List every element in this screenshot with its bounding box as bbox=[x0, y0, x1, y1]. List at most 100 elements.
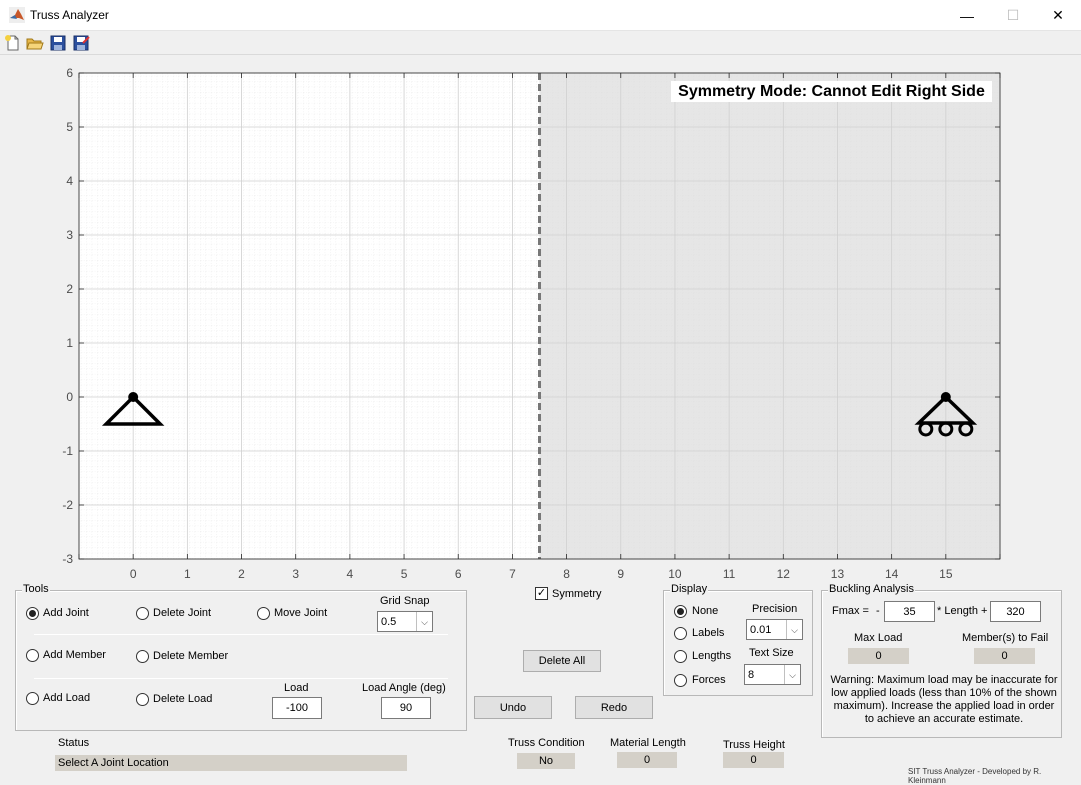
y-tick-label: -2 bbox=[62, 498, 73, 512]
add-joint-label[interactable]: Add Joint bbox=[43, 607, 89, 619]
display-forces-label[interactable]: Forces bbox=[692, 674, 726, 686]
truss-plot-area[interactable]: 0 1 2 3 4 5 6 7 8 9 10 11 12 13 14 156543210-1-2-3 bbox=[0, 60, 1081, 585]
x-tick-label: 14 bbox=[885, 567, 899, 581]
max-load-label: Max Load bbox=[854, 632, 903, 644]
save-as-icon[interactable] bbox=[72, 34, 90, 52]
add-member-label[interactable]: Add Member bbox=[43, 649, 106, 661]
add-load-label[interactable]: Add Load bbox=[43, 692, 90, 704]
tools-panel: Tools Add Joint Delete Joint Move Joint … bbox=[15, 583, 467, 731]
x-tick-label: 11 bbox=[723, 567, 736, 581]
load-angle-label: Load Angle (deg) bbox=[362, 682, 446, 694]
precision-select[interactable]: 0.01 ⌵ bbox=[746, 619, 803, 640]
divider bbox=[34, 678, 448, 679]
delete-all-button[interactable]: Delete All bbox=[523, 650, 601, 672]
x-tick-label: 0 bbox=[130, 567, 137, 581]
delete-member-label[interactable]: Delete Member bbox=[153, 650, 228, 662]
grid-snap-select[interactable]: 0.5 ⌵ bbox=[377, 611, 433, 632]
buckling-coefficient-input[interactable]: 35 bbox=[884, 601, 935, 622]
buckling-warning-text: Warning: Maximum load may be inaccurate … bbox=[830, 674, 1058, 725]
display-none-radio[interactable] bbox=[674, 605, 687, 618]
x-tick-label: 4 bbox=[347, 567, 354, 581]
x-tick-label: 6 bbox=[455, 567, 462, 581]
chevron-down-icon: ⌵ bbox=[784, 665, 800, 684]
chevron-down-icon: ⌵ bbox=[416, 612, 432, 631]
text-size-select[interactable]: 8 ⌵ bbox=[744, 664, 801, 685]
display-none-label[interactable]: None bbox=[692, 605, 718, 617]
save-icon[interactable] bbox=[49, 34, 67, 52]
members-to-fail-value: 0 bbox=[974, 648, 1035, 664]
display-labels-radio[interactable] bbox=[674, 627, 687, 640]
text-size-value: 8 bbox=[748, 669, 755, 681]
x-tick-label: 9 bbox=[617, 567, 624, 581]
tools-panel-title: Tools bbox=[22, 583, 50, 595]
precision-label: Precision bbox=[752, 603, 798, 615]
x-tick-label: 7 bbox=[509, 567, 516, 581]
roller-support-joint bbox=[940, 392, 951, 402]
truss-height-label: Truss Height bbox=[723, 739, 785, 751]
display-lengths-radio[interactable] bbox=[674, 650, 687, 663]
new-file-icon[interactable] bbox=[4, 34, 22, 52]
x-tick-label: 2 bbox=[238, 567, 245, 581]
display-labels-label[interactable]: Labels bbox=[692, 627, 724, 639]
precision-value: 0.01 bbox=[750, 624, 772, 636]
material-length-label: Material Length bbox=[610, 737, 686, 749]
add-joint-radio[interactable] bbox=[26, 607, 39, 620]
delete-member-radio[interactable] bbox=[136, 650, 149, 663]
open-folder-icon[interactable] bbox=[26, 34, 44, 52]
x-tick-label: 1 bbox=[184, 567, 191, 581]
status-label: Status bbox=[58, 737, 90, 749]
delete-joint-label[interactable]: Delete Joint bbox=[153, 607, 211, 619]
load-input[interactable]: -100 bbox=[272, 697, 322, 719]
x-tick-label: 15 bbox=[939, 567, 953, 581]
developer-credit: SIT Truss Analyzer - Developed by R. Kle… bbox=[908, 767, 1042, 785]
truss-condition-label: Truss Condition bbox=[508, 737, 585, 749]
y-tick-label: 6 bbox=[66, 66, 73, 80]
minus-sign: - bbox=[876, 605, 880, 617]
matlab-app-icon bbox=[9, 7, 25, 23]
truss-height-value: 0 bbox=[723, 752, 784, 768]
y-tick-label: 4 bbox=[66, 174, 73, 188]
chevron-down-icon: ⌵ bbox=[786, 620, 802, 639]
x-tick-label: 12 bbox=[777, 567, 791, 581]
move-joint-label[interactable]: Move Joint bbox=[274, 607, 327, 619]
toolbar bbox=[0, 31, 1081, 55]
redo-button[interactable]: Redo bbox=[575, 696, 653, 719]
buckling-analysis-panel: Buckling Analysis Fmax = - 35 * Length +… bbox=[821, 583, 1062, 738]
buckling-constant-input[interactable]: 320 bbox=[990, 601, 1041, 622]
material-length-value: 0 bbox=[617, 752, 677, 768]
x-tick-label: 5 bbox=[401, 567, 408, 581]
symmetry-checkbox[interactable]: ✓ bbox=[535, 587, 548, 600]
x-tick-label: 3 bbox=[292, 567, 299, 581]
maximize-button[interactable]: ☐ bbox=[990, 0, 1036, 31]
y-tick-label: 3 bbox=[66, 228, 73, 242]
y-tick-label: -3 bbox=[62, 552, 73, 566]
y-tick-label: 5 bbox=[66, 120, 73, 134]
load-angle-input[interactable]: 90 bbox=[381, 697, 431, 719]
delete-load-label[interactable]: Delete Load bbox=[153, 693, 212, 705]
minimize-button[interactable]: — bbox=[944, 0, 990, 31]
y-tick-label: 0 bbox=[66, 390, 73, 404]
display-lengths-label[interactable]: Lengths bbox=[692, 650, 731, 662]
symmetry-label[interactable]: Symmetry bbox=[552, 588, 602, 600]
undo-button[interactable]: Undo bbox=[474, 696, 552, 719]
delete-joint-radio[interactable] bbox=[136, 607, 149, 620]
title-bar: Truss Analyzer — ☐ ✕ bbox=[0, 0, 1081, 31]
buckling-panel-title: Buckling Analysis bbox=[828, 583, 915, 595]
add-member-radio[interactable] bbox=[26, 649, 39, 662]
grid-snap-value: 0.5 bbox=[381, 616, 397, 628]
symmetry-mode-banner: Symmetry Mode: Cannot Edit Right Side bbox=[671, 81, 992, 102]
x-tick-label: 13 bbox=[831, 567, 845, 581]
y-tick-label: 2 bbox=[66, 282, 73, 296]
load-label: Load bbox=[284, 682, 309, 694]
move-joint-radio[interactable] bbox=[257, 607, 270, 620]
divider bbox=[34, 634, 448, 635]
length-label: * Length + bbox=[937, 605, 988, 617]
add-load-radio[interactable] bbox=[26, 692, 39, 705]
display-forces-radio[interactable] bbox=[674, 674, 687, 687]
delete-load-radio[interactable] bbox=[136, 693, 149, 706]
display-panel-title: Display bbox=[670, 583, 709, 595]
x-tick-label: 8 bbox=[563, 567, 570, 581]
close-button[interactable]: ✕ bbox=[1035, 0, 1081, 31]
window-title: Truss Analyzer bbox=[30, 8, 109, 22]
plot-layer bbox=[78, 72, 1001, 560]
